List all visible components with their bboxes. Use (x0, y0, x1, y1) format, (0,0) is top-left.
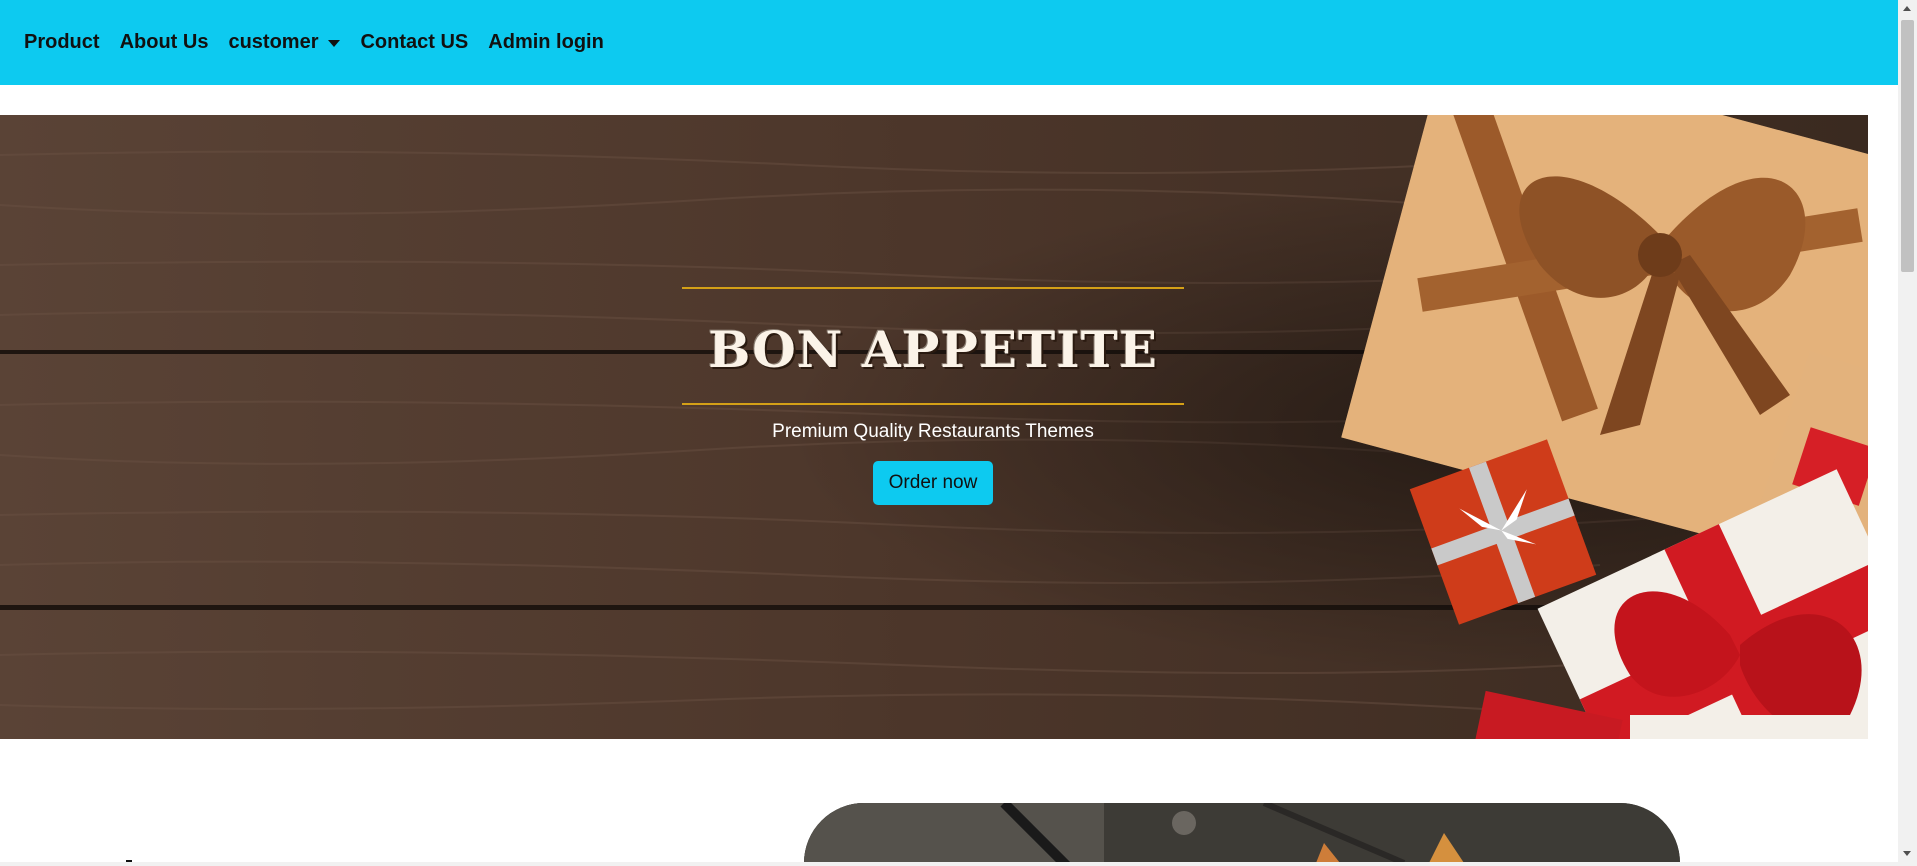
hero-title: BON APPETITE (708, 320, 1158, 379)
nav-about-us-label: About Us (119, 31, 209, 53)
hero-bottom-divider (682, 403, 1184, 405)
vertical-scrollbar[interactable] (1898, 0, 1917, 866)
nav-customer-dropdown[interactable]: customer (228, 31, 341, 54)
horizontal-scroll-track (0, 862, 1898, 866)
caret-down-icon (328, 40, 341, 47)
nav-contact-us-link[interactable]: Contact US (360, 31, 468, 54)
hero-content: BON APPETITE Premium Quality Restaurants… (682, 287, 1184, 505)
nav-product-label: Product (24, 31, 100, 53)
food-image (804, 803, 1680, 866)
nav-contact-us-label: Contact US (360, 31, 469, 53)
nav-customer-label: customer (228, 31, 319, 53)
nav-product-link[interactable]: Product (24, 31, 100, 54)
scroll-up-arrow-icon[interactable] (1903, 6, 1911, 11)
nav-admin-login-link[interactable]: Admin login (488, 31, 604, 54)
nav-admin-login-label: Admin login (488, 31, 604, 53)
hero-banner: BON APPETITE Premium Quality Restaurants… (0, 115, 1868, 739)
order-now-button[interactable]: Order now (872, 461, 994, 505)
scrollbar-thumb[interactable] (1901, 20, 1914, 272)
nav-about-us-link[interactable]: About Us (120, 31, 209, 54)
food-photo (804, 803, 1680, 866)
scroll-down-arrow-icon[interactable] (1903, 851, 1911, 856)
navbar: Product About Us customer Contact US Adm… (0, 0, 1898, 85)
hero-top-divider (682, 287, 1184, 289)
hero-subtitle: Premium Quality Restaurants Themes (772, 421, 1094, 442)
page: Product About Us customer Contact US Adm… (0, 0, 1917, 866)
